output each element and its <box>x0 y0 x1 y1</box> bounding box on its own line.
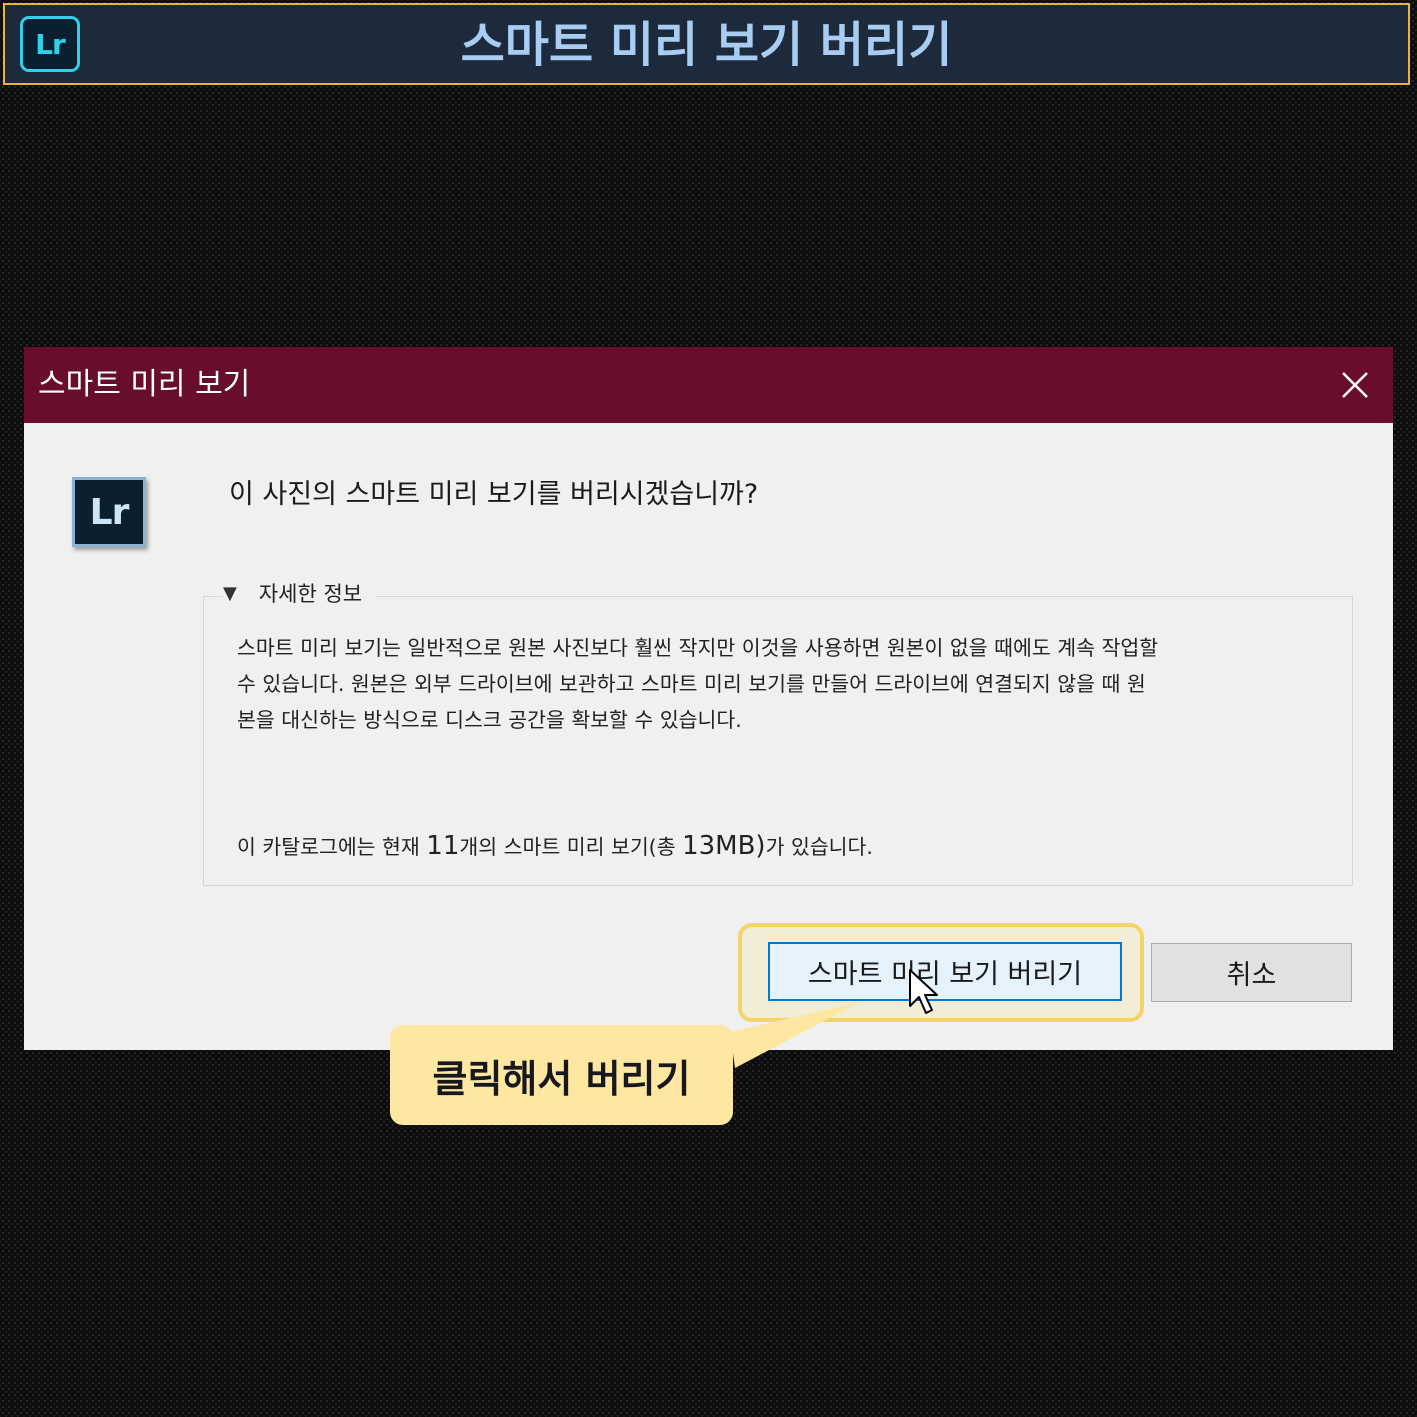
lightroom-logo-icon: Lr <box>72 477 146 547</box>
count-total-label: 총 <box>656 835 683 859</box>
count-suffix: 가 있습니다. <box>765 835 873 859</box>
dialog-question: 이 사진의 스마트 미리 보기를 버리시겠습니까? <box>229 479 759 510</box>
close-button[interactable] <box>1335 365 1375 405</box>
count-prefix: 이 카탈로그에는 현재 <box>237 835 427 859</box>
page-title: 스마트 미리 보기 버리기 <box>460 17 953 73</box>
preview-count-text: 이 카탈로그에는 현재 11개의 스마트 미리 보기(총 13MB)가 있습니다… <box>237 828 873 865</box>
triangle-down-icon: ▼ <box>223 583 237 604</box>
header-bar: Lr 스마트 미리 보기 버리기 <box>3 3 1410 85</box>
click-instruction-callout: 클릭해서 버리기 <box>390 1025 733 1125</box>
description-line: 수 있습니다. 원본은 외부 드라이브에 보관하고 스마트 미리 보기를 만들어… <box>237 672 1146 696</box>
count-size: 13MB) <box>682 831 766 861</box>
details-label: 자세한 정보 <box>258 582 363 606</box>
description-line: 스마트 미리 보기는 일반적으로 원본 사진보다 훨씬 작지만 이것을 사용하면… <box>237 636 1159 660</box>
dialog-title: 스마트 미리 보기 <box>38 367 251 402</box>
cancel-button[interactable]: 취소 <box>1151 943 1352 1002</box>
smart-preview-dialog: 스마트 미리 보기 Lr 이 사진의 스마트 미리 보기를 버리시겠습니까? ▼… <box>24 347 1393 1050</box>
dialog-titlebar: 스마트 미리 보기 <box>24 347 1393 423</box>
count-number: 11 <box>426 831 460 861</box>
count-middle: 개의 스마트 미리 보기( <box>459 835 657 859</box>
close-icon <box>1342 372 1368 398</box>
description-line: 본을 대신하는 방식으로 디스크 공간을 확보할 수 있습니다. <box>237 708 742 732</box>
details-description: 스마트 미리 보기는 일반적으로 원본 사진보다 훨씬 작지만 이것을 사용하면… <box>237 630 1317 738</box>
mouse-cursor-icon <box>909 969 938 1014</box>
details-toggle[interactable]: ▼ 자세한 정보 <box>223 580 377 608</box>
